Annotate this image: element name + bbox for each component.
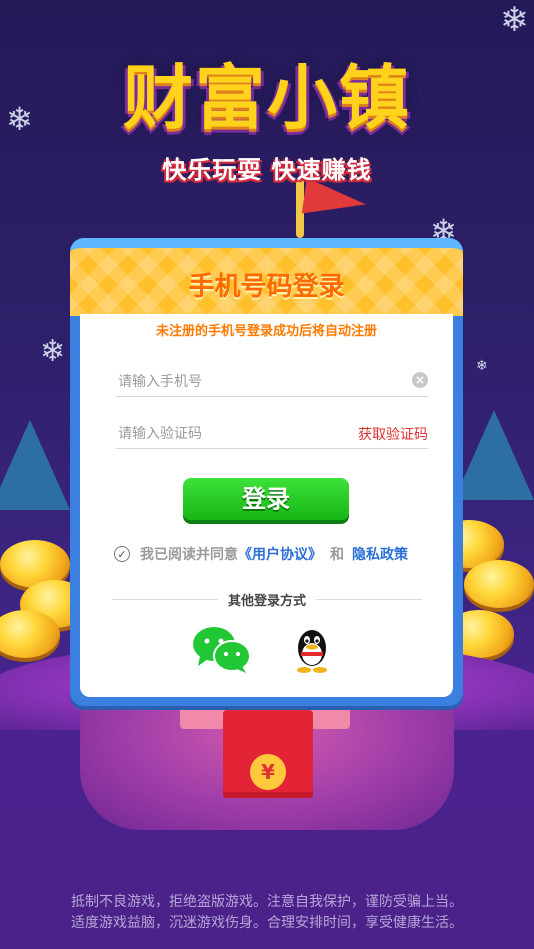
- code-input[interactable]: [116, 420, 370, 448]
- coin-icon: [0, 610, 60, 658]
- qq-icon[interactable]: [292, 624, 332, 674]
- tree-icon: [454, 410, 534, 500]
- get-code-button[interactable]: 获取验证码: [358, 424, 428, 444]
- register-notice: 未注册的手机号登录成功后将自动注册: [155, 324, 377, 339]
- snowflake-icon: ❄: [500, 0, 529, 40]
- login-card: 手机号码登录 未注册的手机号登录成功后将自动注册 × 获取验证码 登录 ✓ 我已…: [70, 238, 463, 706]
- red-packet-icon: ¥: [223, 710, 313, 798]
- clear-icon[interactable]: ×: [412, 372, 428, 388]
- tree-icon: [0, 420, 70, 510]
- privacy-policy-link[interactable]: 隐私政策: [352, 544, 408, 564]
- login-card-title: 手机号码登录: [188, 272, 345, 302]
- phone-input[interactable]: [116, 368, 370, 396]
- user-agreement-link[interactable]: 《用户协议》: [238, 544, 322, 564]
- coin-icon: [464, 560, 534, 608]
- app-title: 财富小镇: [123, 57, 411, 139]
- other-login-divider: 其他登录方式: [112, 590, 422, 610]
- phone-field: ×: [116, 366, 428, 397]
- wechat-icon[interactable]: [192, 626, 252, 674]
- health-notice: 抵制不良游戏，拒绝盗版游戏。注意自我保护，谨防受骗上当。 适度游戏益脑，沉迷游戏…: [0, 892, 534, 934]
- login-button[interactable]: 登录: [183, 478, 349, 520]
- login-form: 未注册的手机号登录成功后将自动注册 × 获取验证码 登录 ✓ 我已阅读并同意 《…: [80, 314, 453, 697]
- snowflake-icon: ❄: [40, 334, 66, 369]
- health-notice-line-1: 抵制不良游戏，拒绝盗版游戏。注意自我保护，谨防受骗上当。: [71, 894, 463, 910]
- agreement-row: ✓ 我已阅读并同意 《用户协议》 和 隐私政策: [114, 544, 408, 564]
- agreement-prefix: 我已阅读并同意: [140, 547, 238, 563]
- health-notice-line-2: 适度游戏益脑，沉迷游戏伤身。合理安排时间，享受健康生活。: [71, 915, 463, 931]
- agreement-and: 和: [330, 547, 344, 563]
- snowflake-icon: ❄: [476, 358, 488, 374]
- other-login-label: 其他登录方式: [217, 590, 317, 609]
- checkbox-icon[interactable]: ✓: [114, 546, 130, 562]
- app-slogan: 快乐玩耍 快速赚钱: [162, 156, 372, 184]
- yuan-coin-icon: ¥: [250, 754, 286, 790]
- code-field: 获取验证码: [116, 418, 428, 449]
